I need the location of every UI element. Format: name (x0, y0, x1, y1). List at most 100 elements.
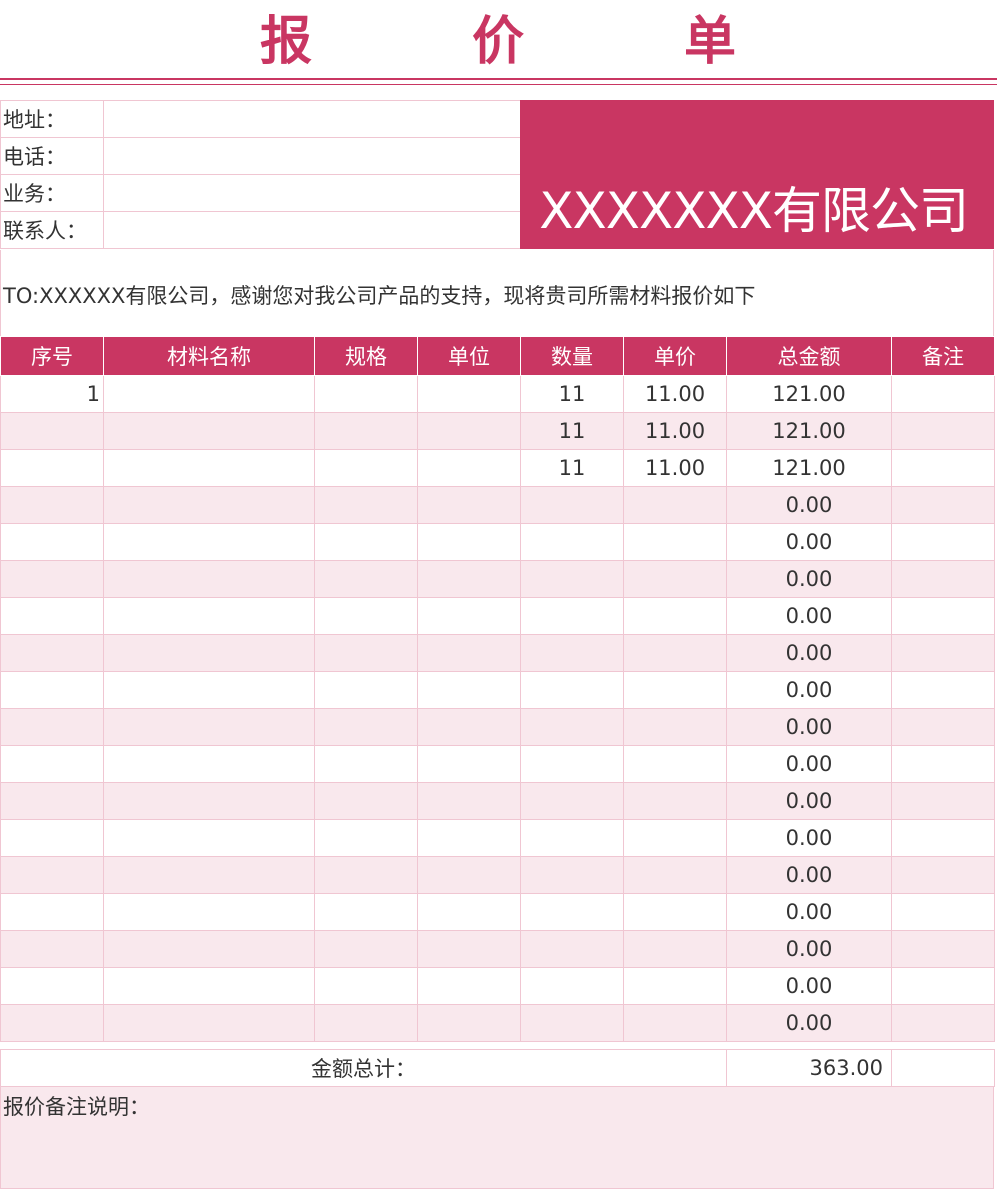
cell-quantity[interactable] (520, 819, 624, 857)
cell-total-amount[interactable]: 121.00 (726, 449, 892, 487)
cell-material-name[interactable] (103, 819, 315, 857)
cell-note[interactable] (891, 930, 995, 968)
cell-material-name[interactable] (103, 449, 315, 487)
cell-total-amount[interactable]: 0.00 (726, 745, 892, 783)
cell-unit[interactable] (417, 523, 521, 561)
cell-index[interactable] (0, 930, 104, 968)
cell-note[interactable] (891, 486, 995, 524)
cell-quantity[interactable] (520, 782, 624, 820)
cell-index[interactable] (0, 856, 104, 894)
cell-spec[interactable] (314, 671, 418, 709)
cell-spec[interactable] (314, 893, 418, 931)
cell-index[interactable] (0, 967, 104, 1005)
cell-unit[interactable] (417, 745, 521, 783)
cell-note[interactable] (891, 560, 995, 598)
cell-quantity[interactable]: 11 (520, 449, 624, 487)
cell-material-name[interactable] (103, 856, 315, 894)
cell-note[interactable] (891, 412, 995, 450)
cell-total-amount[interactable]: 0.00 (726, 486, 892, 524)
cell-unit[interactable] (417, 856, 521, 894)
cell-total-amount[interactable]: 0.00 (726, 819, 892, 857)
cell-index[interactable] (0, 486, 104, 524)
cell-index[interactable] (0, 449, 104, 487)
cell-note[interactable] (891, 597, 995, 635)
cell-note[interactable] (891, 856, 995, 894)
cell-unit-price[interactable] (623, 560, 727, 598)
cell-material-name[interactable] (103, 560, 315, 598)
cell-total-amount[interactable]: 0.00 (726, 782, 892, 820)
cell-index[interactable] (0, 671, 104, 709)
cell-total-amount[interactable]: 0.00 (726, 856, 892, 894)
cell-index[interactable] (0, 597, 104, 635)
cell-note[interactable] (891, 745, 995, 783)
cell-unit[interactable] (417, 708, 521, 746)
cell-unit[interactable] (417, 597, 521, 635)
cell-index[interactable] (0, 1004, 104, 1042)
cell-index[interactable] (0, 745, 104, 783)
cell-unit-price[interactable] (623, 967, 727, 1005)
address-field[interactable] (103, 100, 521, 138)
cell-spec[interactable] (314, 412, 418, 450)
total-note-cell[interactable] (891, 1049, 995, 1087)
cell-material-name[interactable] (103, 1004, 315, 1042)
cell-unit-price[interactable]: 11.00 (623, 412, 727, 450)
cell-unit-price[interactable] (623, 1004, 727, 1042)
cell-material-name[interactable] (103, 893, 315, 931)
cell-index[interactable] (0, 523, 104, 561)
cell-quantity[interactable] (520, 967, 624, 1005)
cell-note[interactable] (891, 671, 995, 709)
cell-unit[interactable] (417, 930, 521, 968)
cell-material-name[interactable] (103, 782, 315, 820)
cell-unit-price[interactable] (623, 856, 727, 894)
cell-note[interactable] (891, 893, 995, 931)
cell-total-amount[interactable]: 0.00 (726, 597, 892, 635)
cell-unit[interactable] (417, 967, 521, 1005)
cell-unit-price[interactable] (623, 634, 727, 672)
quote-remark-section[interactable]: 报价备注说明： (0, 1086, 994, 1189)
cell-material-name[interactable] (103, 486, 315, 524)
cell-spec[interactable] (314, 856, 418, 894)
cell-unit-price[interactable] (623, 486, 727, 524)
cell-material-name[interactable] (103, 597, 315, 635)
cell-note[interactable] (891, 967, 995, 1005)
cell-unit-price[interactable] (623, 671, 727, 709)
cell-spec[interactable] (314, 486, 418, 524)
cell-spec[interactable] (314, 560, 418, 598)
cell-material-name[interactable] (103, 671, 315, 709)
cell-total-amount[interactable]: 0.00 (726, 1004, 892, 1042)
phone-field[interactable] (103, 137, 521, 175)
cell-note[interactable] (891, 449, 995, 487)
cell-total-amount[interactable]: 121.00 (726, 412, 892, 450)
cell-total-amount[interactable]: 0.00 (726, 523, 892, 561)
cell-spec[interactable] (314, 523, 418, 561)
cell-unit[interactable] (417, 486, 521, 524)
cell-quantity[interactable] (520, 486, 624, 524)
cell-unit-price[interactable]: 11.00 (623, 375, 727, 413)
cell-unit[interactable] (417, 560, 521, 598)
business-field[interactable] (103, 174, 521, 212)
cell-quantity[interactable] (520, 930, 624, 968)
cell-note[interactable] (891, 708, 995, 746)
cell-index[interactable] (0, 634, 104, 672)
cell-total-amount[interactable]: 0.00 (726, 560, 892, 598)
cell-unit[interactable] (417, 893, 521, 931)
cell-spec[interactable] (314, 449, 418, 487)
cell-total-amount[interactable]: 0.00 (726, 634, 892, 672)
cell-material-name[interactable] (103, 412, 315, 450)
cell-note[interactable] (891, 782, 995, 820)
cell-quantity[interactable] (520, 708, 624, 746)
cell-quantity[interactable] (520, 560, 624, 598)
cell-index[interactable] (0, 708, 104, 746)
cell-spec[interactable] (314, 930, 418, 968)
cell-quantity[interactable] (520, 671, 624, 709)
cell-unit-price[interactable] (623, 782, 727, 820)
cell-spec[interactable] (314, 634, 418, 672)
cell-index[interactable] (0, 782, 104, 820)
cell-unit[interactable] (417, 449, 521, 487)
cell-spec[interactable] (314, 375, 418, 413)
cell-unit-price[interactable] (623, 893, 727, 931)
cell-quantity[interactable] (520, 597, 624, 635)
cell-quantity[interactable] (520, 856, 624, 894)
cell-unit-price[interactable] (623, 597, 727, 635)
cell-unit-price[interactable] (623, 819, 727, 857)
